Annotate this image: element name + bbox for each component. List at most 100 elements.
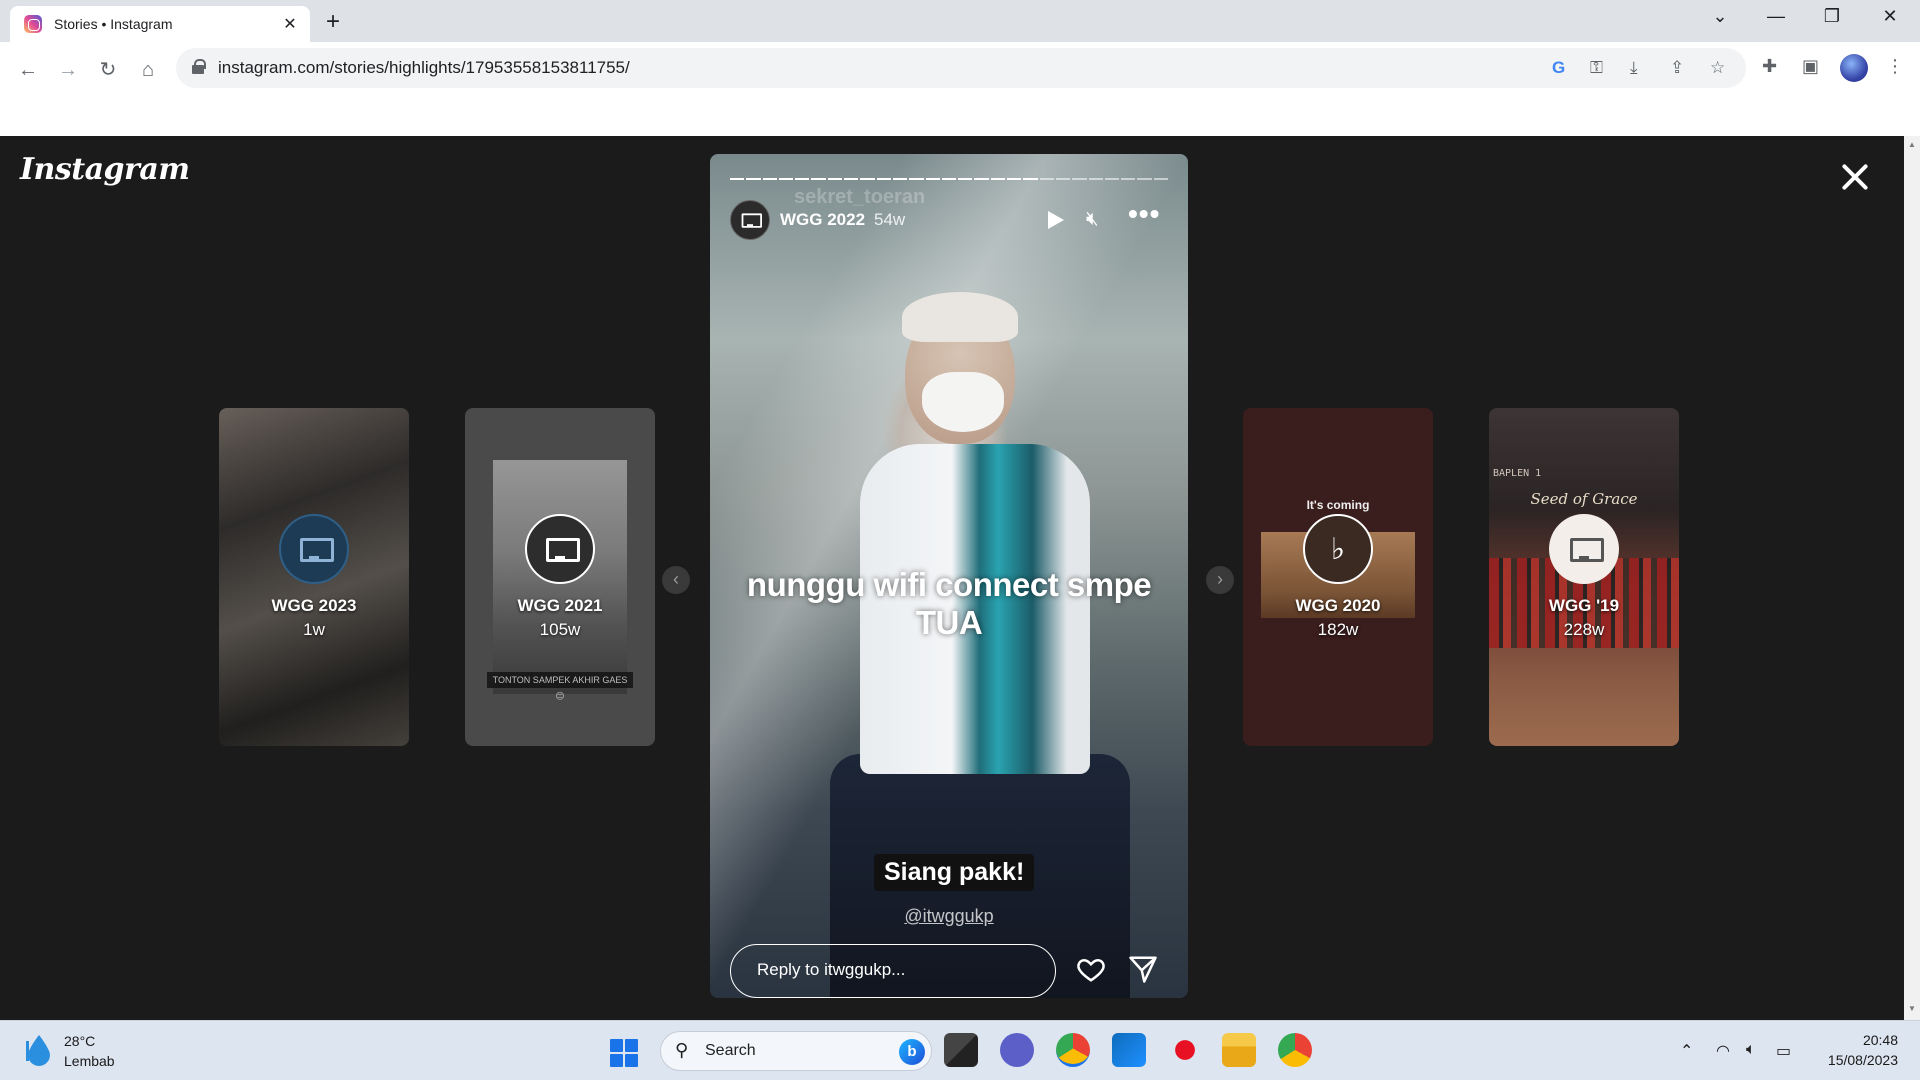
- close-window-button[interactable]: ✕: [1870, 6, 1910, 27]
- scroll-down-icon[interactable]: ▼: [1908, 1004, 1916, 1013]
- back-button[interactable]: ←: [14, 56, 42, 84]
- instagram-logo[interactable]: Instagram: [20, 152, 190, 187]
- highlight-card-wgg-2023[interactable]: WGG 2023 1w: [219, 408, 409, 746]
- google-lens-icon[interactable]: G: [1552, 58, 1565, 78]
- search-label: Search: [705, 1042, 756, 1059]
- progress-segment: [778, 178, 794, 180]
- progress-segment: [958, 178, 973, 180]
- next-story-button[interactable]: ›: [1206, 566, 1234, 594]
- show-hidden-icons-chevron-icon[interactable]: ⌃: [1680, 1041, 1693, 1061]
- browser-toolbar: ← → ↻ ⌂ instagram.com/stories/highlights…: [0, 42, 1920, 96]
- bookmark-star-icon[interactable]: ☆: [1710, 58, 1725, 78]
- reload-button[interactable]: ↻: [94, 56, 122, 84]
- new-tab-button[interactable]: +: [326, 8, 340, 36]
- tab-title: Stories • Instagram: [54, 16, 173, 32]
- highlight-overlay-text: It's coming: [1306, 498, 1370, 512]
- windows-start-icon[interactable]: [610, 1039, 638, 1067]
- red-app-icon[interactable]: [1168, 1033, 1202, 1067]
- clock-time[interactable]: 20:48: [1822, 1032, 1898, 1048]
- browser-tab[interactable]: Stories • Instagram ✕: [10, 6, 310, 42]
- search-icon: ⚲: [675, 1040, 689, 1060]
- story-caption: nunggu wifi connect smpe TUA: [746, 566, 1152, 641]
- highlight-avatar: [525, 514, 595, 584]
- url-text[interactable]: instagram.com/stories/highlights/1795355…: [218, 58, 630, 78]
- progress-segment: [827, 178, 843, 180]
- story-progress-bar: [730, 178, 1169, 180]
- highlight-title: WGG 2020: [1295, 596, 1381, 615]
- minimize-button[interactable]: —: [1756, 6, 1796, 27]
- more-options-icon[interactable]: •••: [1128, 198, 1160, 230]
- progress-segment: [974, 178, 989, 180]
- browser-tab-bar: Stories • Instagram ✕ + ⌄ — ❐ ✕: [0, 0, 1920, 42]
- bing-icon[interactable]: b: [899, 1039, 925, 1065]
- menu-kebab-icon[interactable]: ⋮: [1886, 56, 1904, 77]
- highlight-card-wgg-2020[interactable]: It's coming ♭ WGG 2020 182w: [1243, 408, 1433, 746]
- wifi-icon[interactable]: ◠: [1716, 1041, 1730, 1061]
- monitor-icon: [546, 538, 580, 562]
- highlight-avatar: ♭: [1303, 514, 1373, 584]
- highlight-title: WGG 2021: [517, 596, 603, 615]
- file-explorer-icon[interactable]: [1222, 1033, 1256, 1067]
- instagram-favicon-icon: [24, 15, 42, 33]
- progress-segment: [1104, 178, 1120, 180]
- highlight-card-wgg-19[interactable]: BAPLEN 1 Seed of Grace WGG '19 228w: [1489, 408, 1679, 746]
- muted-speaker-icon[interactable]: 🔇︎: [1086, 208, 1099, 231]
- play-icon[interactable]: [1048, 211, 1064, 229]
- lock-icon[interactable]: [192, 59, 206, 75]
- ghost-username: sekret_toeran: [794, 186, 926, 208]
- progress-segment: [876, 178, 891, 180]
- address-bar[interactable]: instagram.com/stories/highlights/1795355…: [176, 48, 1746, 88]
- progress-segment: [909, 178, 924, 180]
- weather-temperature[interactable]: 28°C: [64, 1033, 95, 1049]
- side-panel-icon[interactable]: ▣: [1802, 56, 1819, 77]
- home-button[interactable]: ⌂: [134, 56, 162, 84]
- highlight-age: 182w: [1317, 620, 1359, 639]
- profile-avatar[interactable]: [1840, 54, 1868, 82]
- extensions-icon[interactable]: ✚: [1762, 56, 1777, 77]
- previous-story-button[interactable]: ‹: [662, 566, 690, 594]
- story-highlight-title[interactable]: WGG 2022: [780, 210, 865, 230]
- highlight-title: WGG 2023: [271, 596, 357, 615]
- task-view-icon[interactable]: [944, 1033, 978, 1067]
- highlight-age: 105w: [539, 620, 581, 639]
- reply-input[interactable]: Reply to itwggukp...: [730, 944, 1056, 998]
- scroll-up-icon[interactable]: ▲: [1908, 140, 1916, 149]
- forward-button[interactable]: →: [54, 56, 82, 84]
- page-scrollbar[interactable]: ▲ ▼: [1904, 136, 1920, 1020]
- tab-search-icon[interactable]: ⌄: [1700, 6, 1740, 27]
- progress-segment: [1007, 178, 1022, 180]
- battery-icon[interactable]: ▭: [1776, 1041, 1791, 1061]
- progress-segment: [795, 178, 810, 180]
- share-icon[interactable]: ⇪: [1670, 58, 1684, 78]
- volume-icon[interactable]: 🔈︎: [1746, 1041, 1756, 1059]
- key-icon[interactable]: ⚿: [1590, 58, 1603, 78]
- progress-segment: [746, 178, 761, 180]
- progress-segment: [1072, 178, 1087, 180]
- highlight-avatar: [1549, 514, 1619, 584]
- progress-segment: [1153, 178, 1169, 180]
- like-heart-icon[interactable]: [1076, 954, 1106, 984]
- highlight-card-wgg-2021[interactable]: TONTON SAMPEK AKHIR GAES 😊 WGG 2021 105w: [465, 408, 655, 746]
- active-story[interactable]: sekret_toeran WGG 2022 54w 🔇︎ ••• nunggu…: [710, 154, 1188, 998]
- weather-condition[interactable]: Lembab: [64, 1053, 115, 1069]
- close-stories-icon[interactable]: [1838, 160, 1872, 194]
- story-mention[interactable]: @itwggukp: [710, 906, 1188, 927]
- teams-chat-icon[interactable]: [1000, 1033, 1034, 1067]
- monitor-icon: [1570, 538, 1604, 562]
- microsoft-store-icon[interactable]: [1112, 1033, 1146, 1067]
- highlight-overlay-text: BAPLEN 1: [1493, 468, 1542, 479]
- progress-segment: [730, 178, 745, 180]
- install-icon[interactable]: ⤓: [1630, 58, 1638, 78]
- clock-date[interactable]: 15/08/2023: [1804, 1052, 1898, 1068]
- humidity-droplet-icon[interactable]: [24, 1033, 54, 1067]
- taskbar-search[interactable]: ⚲ Search b: [660, 1031, 932, 1071]
- tab-close-icon[interactable]: ✕: [280, 14, 300, 34]
- monitor-icon: [741, 213, 763, 228]
- chrome-active-icon[interactable]: [1056, 1033, 1090, 1067]
- chrome-icon[interactable]: [1278, 1033, 1312, 1067]
- story-avatar[interactable]: [730, 200, 770, 240]
- send-direct-icon[interactable]: [1128, 954, 1158, 984]
- restore-button[interactable]: ❐: [1812, 6, 1852, 27]
- progress-segment: [1023, 178, 1038, 180]
- highlight-age: 228w: [1563, 620, 1605, 639]
